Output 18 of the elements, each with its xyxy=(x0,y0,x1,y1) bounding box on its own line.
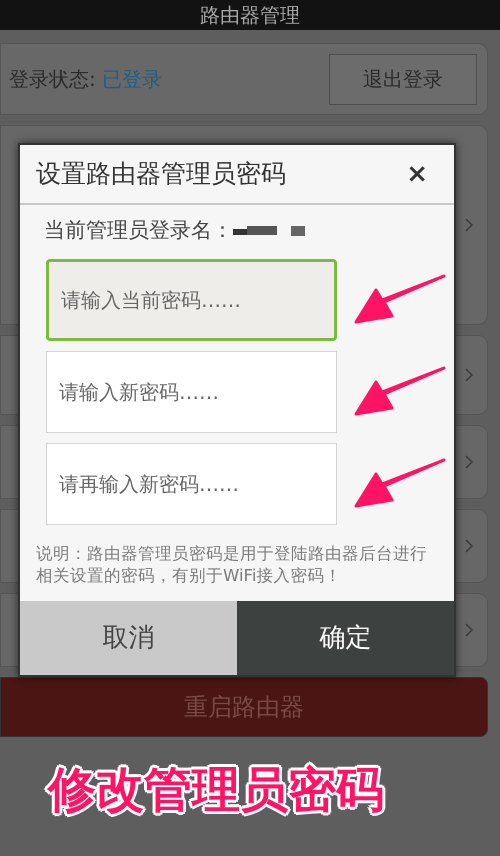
chevron-icon xyxy=(465,218,473,232)
close-button[interactable]: × xyxy=(406,161,428,187)
login-status-label: 登录状态: xyxy=(9,66,96,93)
caption: 修改管理员密码 xyxy=(48,766,384,814)
chevron-icon xyxy=(465,368,473,382)
note-text: 说明：路由器管理员密码是用于登陆路由器后台进行相关设置的密码，有别于WiFi接入密码！ xyxy=(36,543,428,587)
account-label: 当前管理员登录名： xyxy=(44,217,233,244)
dialog-title: 设置路由器管理员密码 xyxy=(36,158,286,190)
password-field[interactable]: 请再输入新密码…… xyxy=(46,443,337,525)
password-field[interactable]: 请输入新密码…… xyxy=(46,351,337,433)
cancel-button[interactable]: 取消 xyxy=(20,601,237,675)
chevron-icon xyxy=(465,539,473,553)
app-title: 路由器管理 xyxy=(200,5,300,25)
chevron-icon xyxy=(465,623,473,637)
password-field[interactable]: 请输入当前密码…… xyxy=(46,259,337,341)
login-status: 已登录 xyxy=(102,66,162,93)
chevron-icon xyxy=(465,455,473,469)
confirm-button[interactable]: 确定 xyxy=(237,601,454,675)
